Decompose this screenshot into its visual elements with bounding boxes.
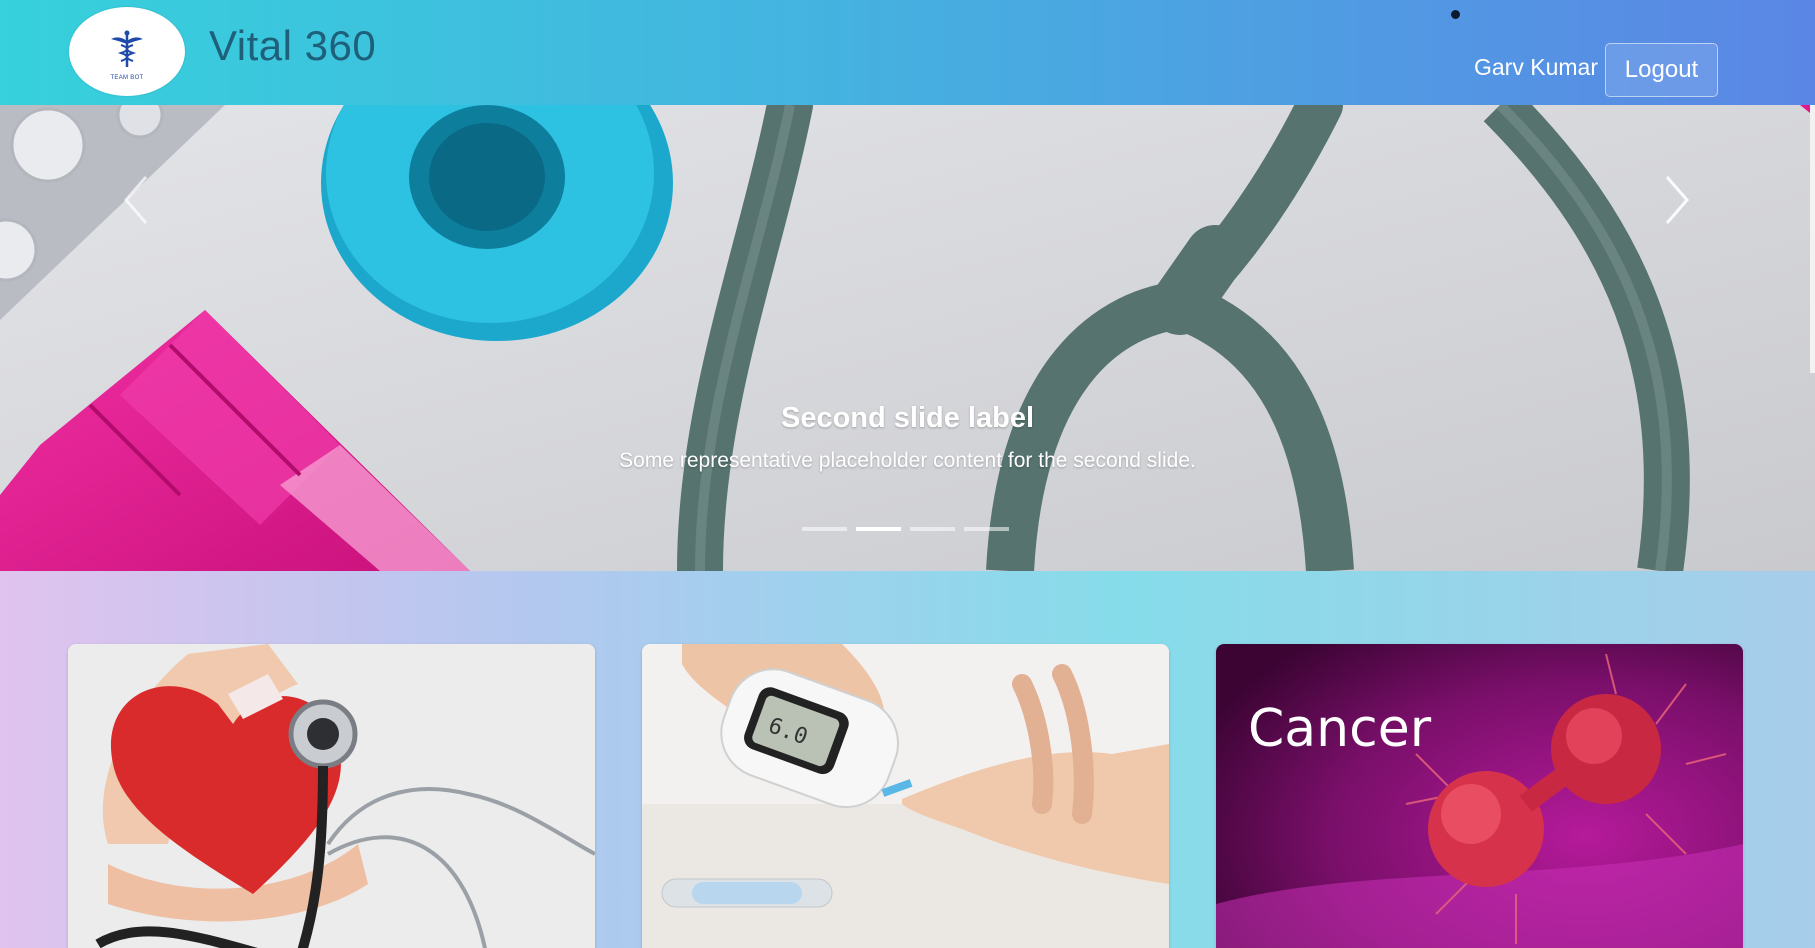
indicator-slide-1[interactable] (802, 527, 847, 531)
top-navbar: TEAM BOT Vital 360 Garv Kumar Logout (0, 0, 1815, 105)
chevron-right-icon (1665, 176, 1689, 224)
page-scrollbar[interactable] (1810, 105, 1815, 373)
user-name: Garv Kumar (1474, 54, 1598, 80)
chevron-left-icon (124, 176, 148, 224)
caduceus-icon (111, 30, 143, 67)
glucose-meter-image: 6.0 (642, 644, 1169, 948)
indicator-slide-4[interactable] (964, 527, 1009, 531)
hero-carousel: Second slide label Some representative p… (0, 105, 1815, 571)
logout-button[interactable]: Logout (1605, 43, 1718, 97)
diabetes-card[interactable]: 6.0 (642, 644, 1169, 948)
carousel-next-button[interactable] (1655, 165, 1695, 235)
indicator-slide-3[interactable] (910, 527, 955, 531)
carousel-prev-button[interactable] (118, 165, 158, 235)
indicator-slide-2[interactable] (856, 527, 901, 531)
carousel-indicators (802, 527, 1009, 531)
heart-stethoscope-image (68, 644, 595, 948)
caption-text: Some representative placeholder content … (619, 449, 1196, 472)
caption-title: Second slide label (780, 402, 1035, 434)
carousel-caption: Second slide label Some representative p… (0, 402, 1815, 473)
cancer-card[interactable]: Cancer (1216, 644, 1743, 948)
cards-section: 6.0 Cancer (0, 571, 1815, 948)
cancer-cell-image (1216, 644, 1743, 948)
status-dot (1451, 10, 1460, 19)
card-label-cancer: Cancer (1248, 699, 1432, 759)
logo-caption: TEAM BOT (110, 75, 144, 81)
medical-supplies-image (0, 105, 1815, 571)
heart-health-card[interactable] (68, 644, 595, 948)
team-bot-logo[interactable]: TEAM BOT (69, 7, 185, 96)
brand-title[interactable]: Vital 360 (209, 22, 376, 70)
